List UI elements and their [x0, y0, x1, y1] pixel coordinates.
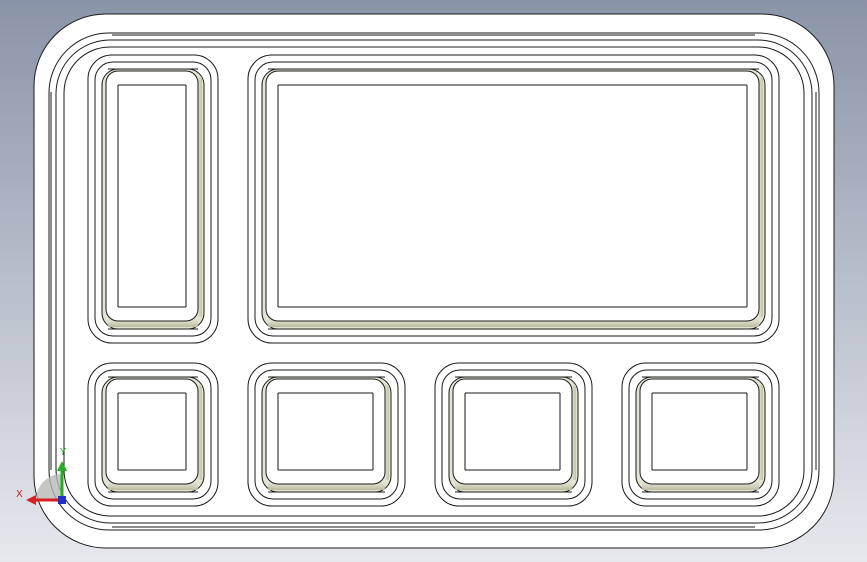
cad-viewport[interactable]: X Y [0, 0, 867, 562]
pocket-bottom-3 [434, 362, 593, 507]
pocket-floor [105, 378, 199, 485]
pocket-tall-left [87, 54, 219, 344]
x-axis-label: X [16, 489, 23, 500]
pocket-bottom-2 [247, 362, 406, 507]
y-axis-label: Y [59, 447, 67, 458]
pocket-floor [105, 70, 199, 322]
pocket-floor [639, 378, 760, 485]
pocket-large-top-right [247, 54, 780, 344]
pocket-floor [452, 378, 573, 485]
z-axis-origin [58, 496, 66, 504]
pocket-bottom-4 [621, 362, 780, 507]
pocket-floor [265, 70, 760, 322]
pocket-floor [265, 378, 386, 485]
pocket-bottom-1 [87, 362, 219, 507]
tray-drawing: X Y [0, 0, 867, 562]
